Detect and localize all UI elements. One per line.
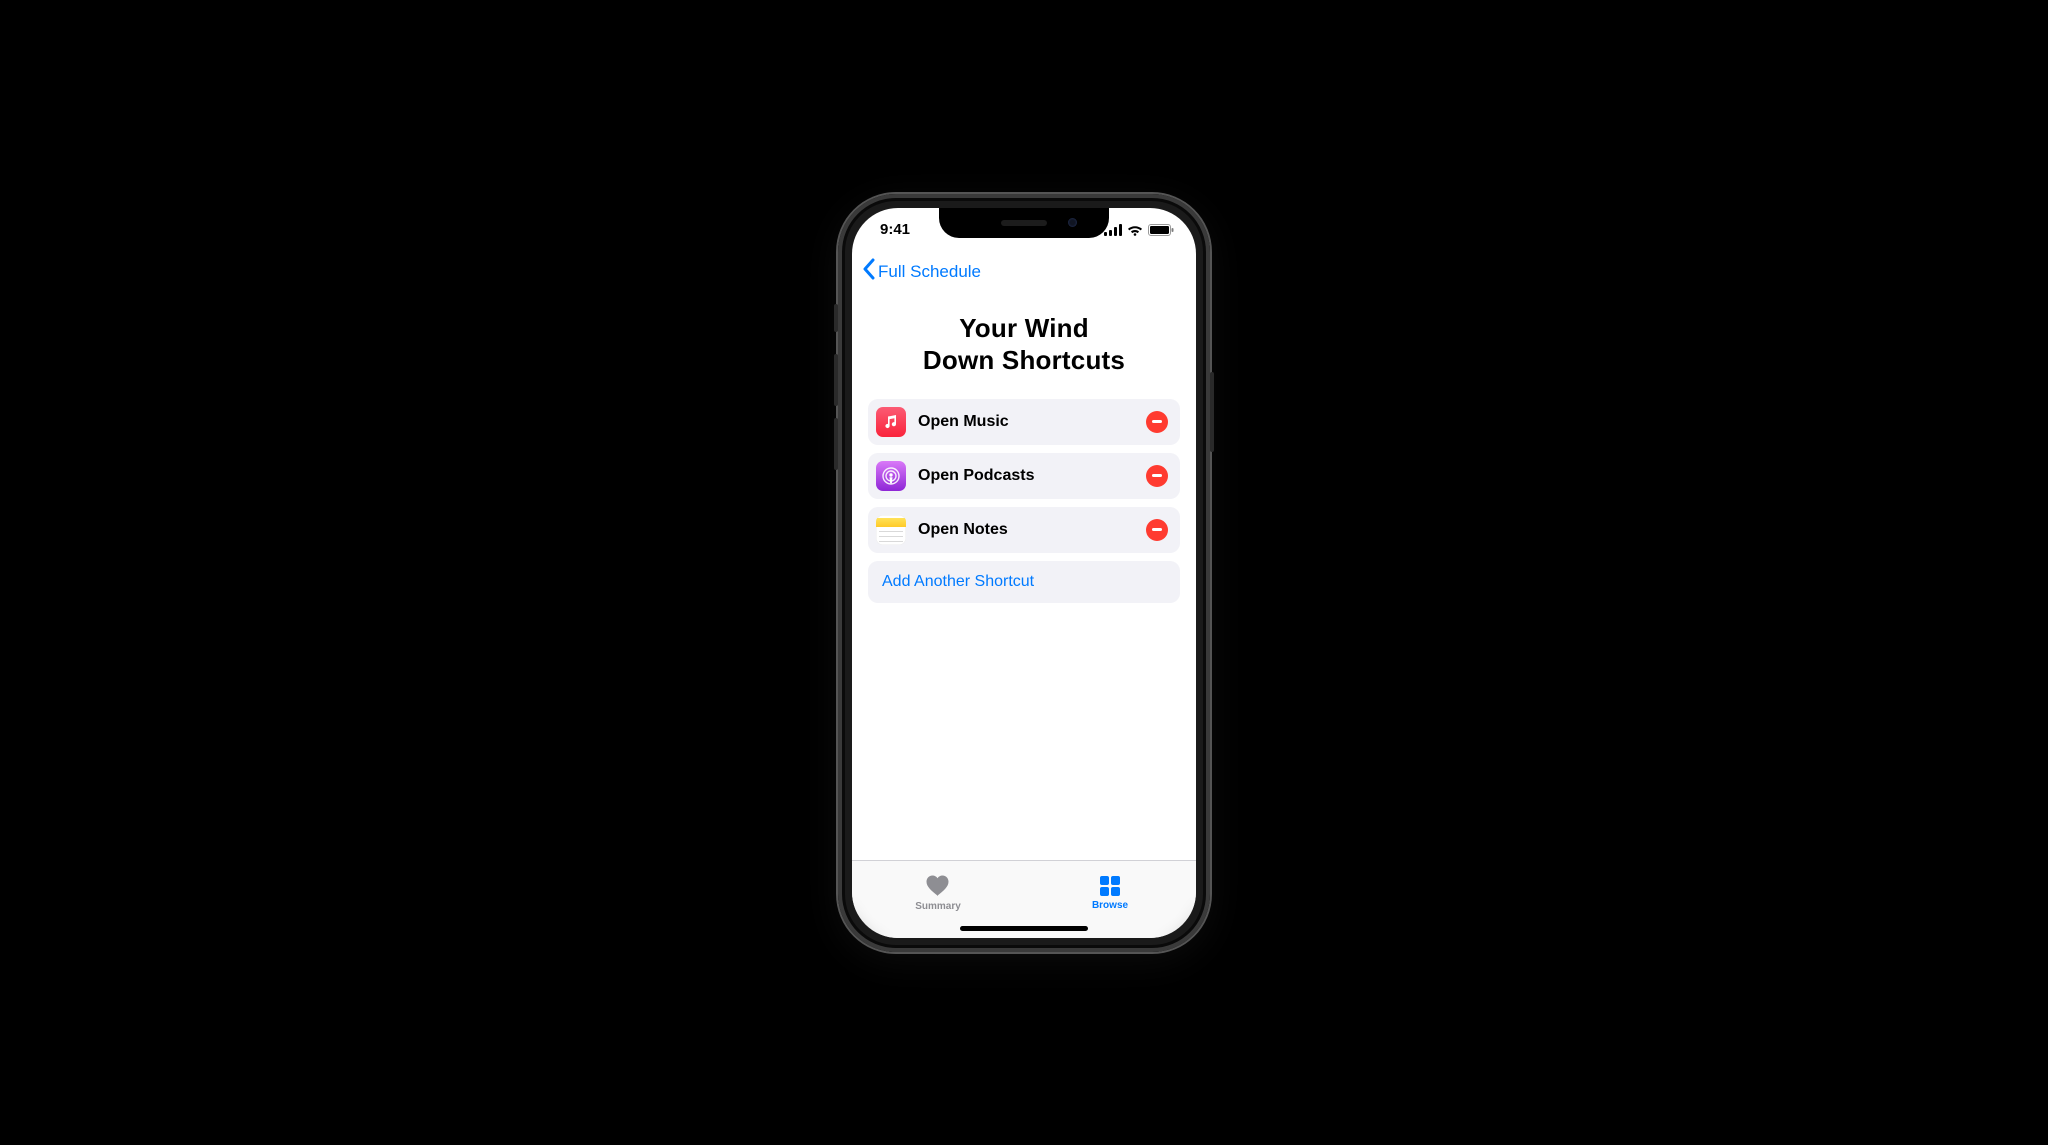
phone-device-frame: 9:41 <box>838 194 1210 952</box>
page-title-line2: Down Shortcuts <box>923 345 1125 375</box>
shortcut-row-podcasts[interactable]: Open Podcasts <box>868 453 1180 499</box>
wifi-icon <box>1127 224 1143 236</box>
shortcut-row-notes[interactable]: Open Notes <box>868 507 1180 553</box>
status-time: 9:41 <box>880 221 910 238</box>
shortcut-label: Open Podcasts <box>918 467 1146 485</box>
speaker-grille <box>1001 220 1047 226</box>
remove-shortcut-button[interactable] <box>1146 411 1168 433</box>
back-button-label: Full Schedule <box>878 262 981 282</box>
volume-up-button <box>834 354 838 406</box>
device-notch <box>939 208 1109 238</box>
page-title-line1: Your Wind <box>959 313 1089 343</box>
shortcut-list: Open Music Open Pod <box>868 399 1180 603</box>
heart-icon <box>925 874 951 898</box>
shortcut-label: Open Music <box>918 413 1146 431</box>
front-camera <box>1068 218 1077 227</box>
shortcut-row-music[interactable]: Open Music <box>868 399 1180 445</box>
add-shortcut-label: Add Another Shortcut <box>882 573 1034 590</box>
notes-app-icon <box>876 515 906 545</box>
chevron-left-icon <box>862 258 876 285</box>
volume-down-button <box>834 418 838 470</box>
tab-label: Summary <box>915 901 961 912</box>
tab-summary[interactable]: Summary <box>852 861 1024 920</box>
main-content: Your Wind Down Shortcuts Open Music <box>852 292 1196 603</box>
navigation-bar: Full Schedule <box>852 252 1196 292</box>
podcasts-app-icon <box>876 461 906 491</box>
shortcut-label: Open Notes <box>918 521 1146 539</box>
remove-shortcut-button[interactable] <box>1146 465 1168 487</box>
browse-grid-icon <box>1099 875 1121 897</box>
status-indicators <box>1104 224 1174 236</box>
music-app-icon <box>876 407 906 437</box>
minus-icon <box>1152 474 1162 477</box>
silence-switch <box>834 304 838 332</box>
phone-screen: 9:41 <box>852 208 1196 938</box>
battery-icon <box>1148 224 1174 236</box>
home-indicator[interactable] <box>960 926 1088 931</box>
page-title: Your Wind Down Shortcuts <box>868 312 1180 377</box>
back-button[interactable]: Full Schedule <box>858 254 985 289</box>
tab-browse[interactable]: Browse <box>1024 861 1196 920</box>
minus-icon <box>1152 528 1162 531</box>
tab-label: Browse <box>1092 900 1128 911</box>
minus-icon <box>1152 420 1162 423</box>
power-button <box>1210 372 1214 452</box>
remove-shortcut-button[interactable] <box>1146 519 1168 541</box>
add-shortcut-button[interactable]: Add Another Shortcut <box>868 561 1180 603</box>
